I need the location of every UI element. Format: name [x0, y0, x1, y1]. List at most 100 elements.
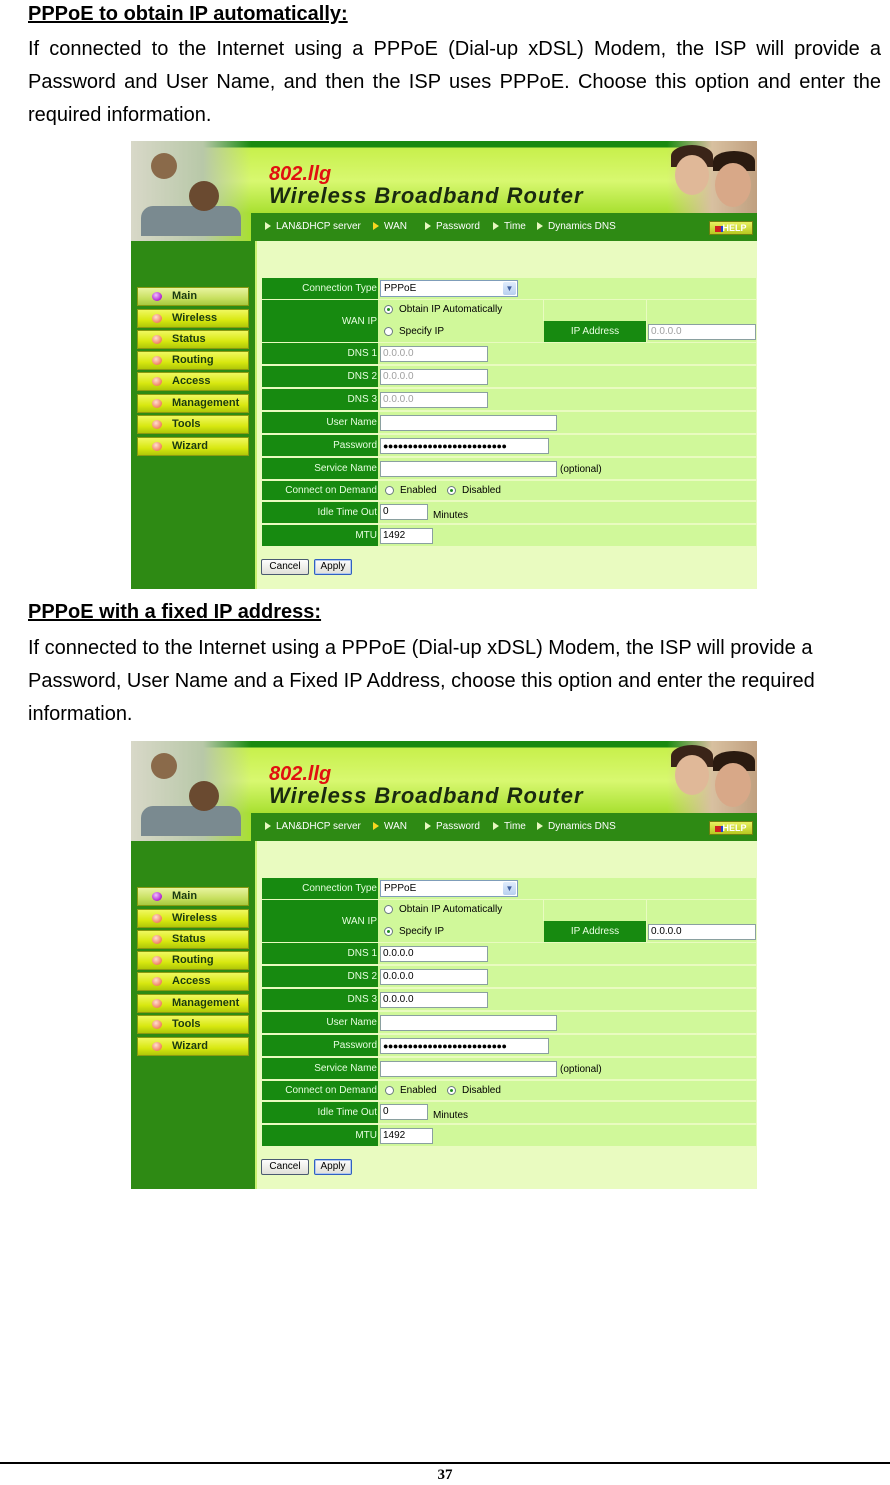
cancel-button[interactable]: Cancel	[261, 559, 309, 575]
service-name-input[interactable]	[380, 1061, 557, 1077]
sidebar-item-wizard[interactable]: Wizard	[137, 1037, 249, 1056]
ip-address-input[interactable]: 0.0.0.0	[648, 324, 756, 340]
bullet-icon	[152, 1020, 162, 1029]
connect-on-demand-disabled-radio[interactable]	[447, 486, 456, 495]
sidebar-item-main[interactable]: Main	[137, 887, 249, 906]
section-heading-auto: PPPoE to obtain IP automatically:	[28, 3, 348, 25]
user-name-label: User Name	[262, 1012, 378, 1033]
obtain-ip-auto-label: Obtain IP Automatically	[399, 904, 503, 915]
router-title: Wireless Broadband Router	[269, 783, 584, 808]
chevron-down-icon: ▼	[503, 882, 516, 895]
row-mtu: MTU 1492	[262, 525, 756, 546]
dns3-input[interactable]: 0.0.0.0	[380, 992, 488, 1008]
specify-ip-radio[interactable]	[384, 927, 393, 936]
mtu-input[interactable]: 1492	[380, 1128, 433, 1144]
wan-form: Connection Type PPPoE ▼ WAN IP Obtain IP …	[257, 241, 757, 589]
dns3-label: DNS 3	[262, 989, 378, 1010]
router-screenshot-auto: 802.llg Wireless Broadband Router LAN&DH…	[131, 141, 757, 589]
banner-photo-left	[131, 741, 251, 841]
user-name-input[interactable]	[380, 415, 557, 431]
router-title: Wireless Broadband Router	[269, 183, 584, 208]
specify-ip-label: Specify IP	[399, 926, 445, 937]
bullet-icon	[152, 420, 162, 429]
ip-address-label: IP Address	[544, 921, 646, 942]
connection-type-select[interactable]: PPPoE ▼	[380, 280, 518, 297]
enabled-label: Enabled	[400, 1085, 437, 1096]
dns1-input[interactable]: 0.0.0.0	[380, 946, 488, 962]
arrow-right-icon	[373, 822, 379, 831]
password-input[interactable]: ●●●●●●●●●●●●●●●●●●●●●●●●●	[380, 1038, 549, 1054]
dns2-input[interactable]: 0.0.0.0	[380, 969, 488, 985]
password-label: Password	[262, 1035, 378, 1056]
sidebar-item-wireless[interactable]: Wireless	[137, 909, 249, 928]
ip-address-input[interactable]: 0.0.0.0	[648, 924, 756, 940]
help-button[interactable]: HELP	[709, 221, 753, 235]
dns2-input[interactable]: 0.0.0.0	[380, 369, 488, 385]
nav-password[interactable]: Password	[425, 821, 480, 832]
nav-password[interactable]: Password	[425, 221, 480, 232]
connect-on-demand-enabled-radio[interactable]	[385, 486, 394, 495]
row-dns2: DNS 2 0.0.0.0	[262, 366, 756, 387]
idle-time-out-input[interactable]: 0	[380, 504, 428, 520]
connection-type-select[interactable]: PPPoE ▼	[380, 880, 518, 897]
apply-button[interactable]: Apply	[314, 559, 352, 575]
row-mtu: MTU 1492	[262, 1125, 756, 1146]
obtain-ip-auto-radio[interactable]	[384, 305, 393, 314]
apply-button[interactable]: Apply	[314, 1159, 352, 1175]
sidebar: Main Wireless Status Routing Access Mana…	[131, 241, 257, 589]
nav-time[interactable]: Time	[493, 821, 526, 832]
connection-type-label: Connection Type	[262, 278, 378, 299]
dns3-label: DNS 3	[262, 389, 378, 410]
idle-time-out-input[interactable]: 0	[380, 1104, 428, 1120]
service-name-label: Service Name	[262, 458, 378, 479]
row-password: Password ●●●●●●●●●●●●●●●●●●●●●●●●●	[262, 435, 756, 456]
nav-wan[interactable]: WAN	[373, 221, 407, 232]
arrow-right-icon	[265, 822, 271, 831]
row-connection-type: Connection Type PPPoE ▼	[262, 878, 756, 899]
help-icon	[715, 225, 722, 232]
sidebar-item-management[interactable]: Management	[137, 994, 249, 1013]
mtu-input[interactable]: 1492	[380, 528, 433, 544]
dns1-input[interactable]: 0.0.0.0	[380, 346, 488, 362]
connect-on-demand-disabled-radio[interactable]	[447, 1086, 456, 1095]
row-idle-time-out: Idle Time Out 0 Minutes	[262, 1102, 756, 1123]
help-button[interactable]: HELP	[709, 821, 753, 835]
user-name-input[interactable]	[380, 1015, 557, 1031]
arrow-right-icon	[265, 222, 271, 231]
nav-time[interactable]: Time	[493, 221, 526, 232]
row-idle-time-out: Idle Time Out 0 Minutes	[262, 502, 756, 523]
footer-rule	[0, 1462, 890, 1464]
nav-dynamics-dns[interactable]: Dynamics DNS	[537, 821, 616, 832]
dns1-label: DNS 1	[262, 343, 378, 364]
row-dns1: DNS 1 0.0.0.0	[262, 343, 756, 364]
arrow-right-icon	[493, 222, 499, 231]
nav-wan[interactable]: WAN	[373, 821, 407, 832]
sidebar-item-access[interactable]: Access	[137, 372, 249, 391]
obtain-ip-auto-radio[interactable]	[384, 905, 393, 914]
dns3-input[interactable]: 0.0.0.0	[380, 392, 488, 408]
sidebar-item-wizard[interactable]: Wizard	[137, 437, 249, 456]
bullet-icon	[152, 356, 162, 365]
sidebar-item-tools[interactable]: Tools	[137, 1015, 249, 1034]
sidebar-item-wireless[interactable]: Wireless	[137, 309, 249, 328]
nav-lan-dhcp-server[interactable]: LAN&DHCP server	[265, 821, 361, 832]
connect-on-demand-enabled-radio[interactable]	[385, 1086, 394, 1095]
sidebar-item-routing[interactable]: Routing	[137, 951, 249, 970]
sidebar-item-status[interactable]: Status	[137, 330, 249, 349]
service-name-input[interactable]	[380, 461, 557, 477]
sidebar-item-access[interactable]: Access	[137, 972, 249, 991]
sidebar-item-status[interactable]: Status	[137, 930, 249, 949]
sidebar-item-management[interactable]: Management	[137, 394, 249, 413]
bullet-icon	[152, 292, 162, 301]
sidebar-item-tools[interactable]: Tools	[137, 415, 249, 434]
page-number: 37	[437, 1467, 453, 1483]
row-user-name: User Name	[262, 1012, 756, 1033]
sidebar-item-main[interactable]: Main	[137, 287, 249, 306]
specify-ip-radio[interactable]	[384, 327, 393, 336]
cancel-button[interactable]: Cancel	[261, 1159, 309, 1175]
nav-lan-dhcp-server[interactable]: LAN&DHCP server	[265, 221, 361, 232]
row-dns3: DNS 3 0.0.0.0	[262, 989, 756, 1010]
password-input[interactable]: ●●●●●●●●●●●●●●●●●●●●●●●●●	[380, 438, 549, 454]
sidebar-item-routing[interactable]: Routing	[137, 351, 249, 370]
nav-dynamics-dns[interactable]: Dynamics DNS	[537, 221, 616, 232]
